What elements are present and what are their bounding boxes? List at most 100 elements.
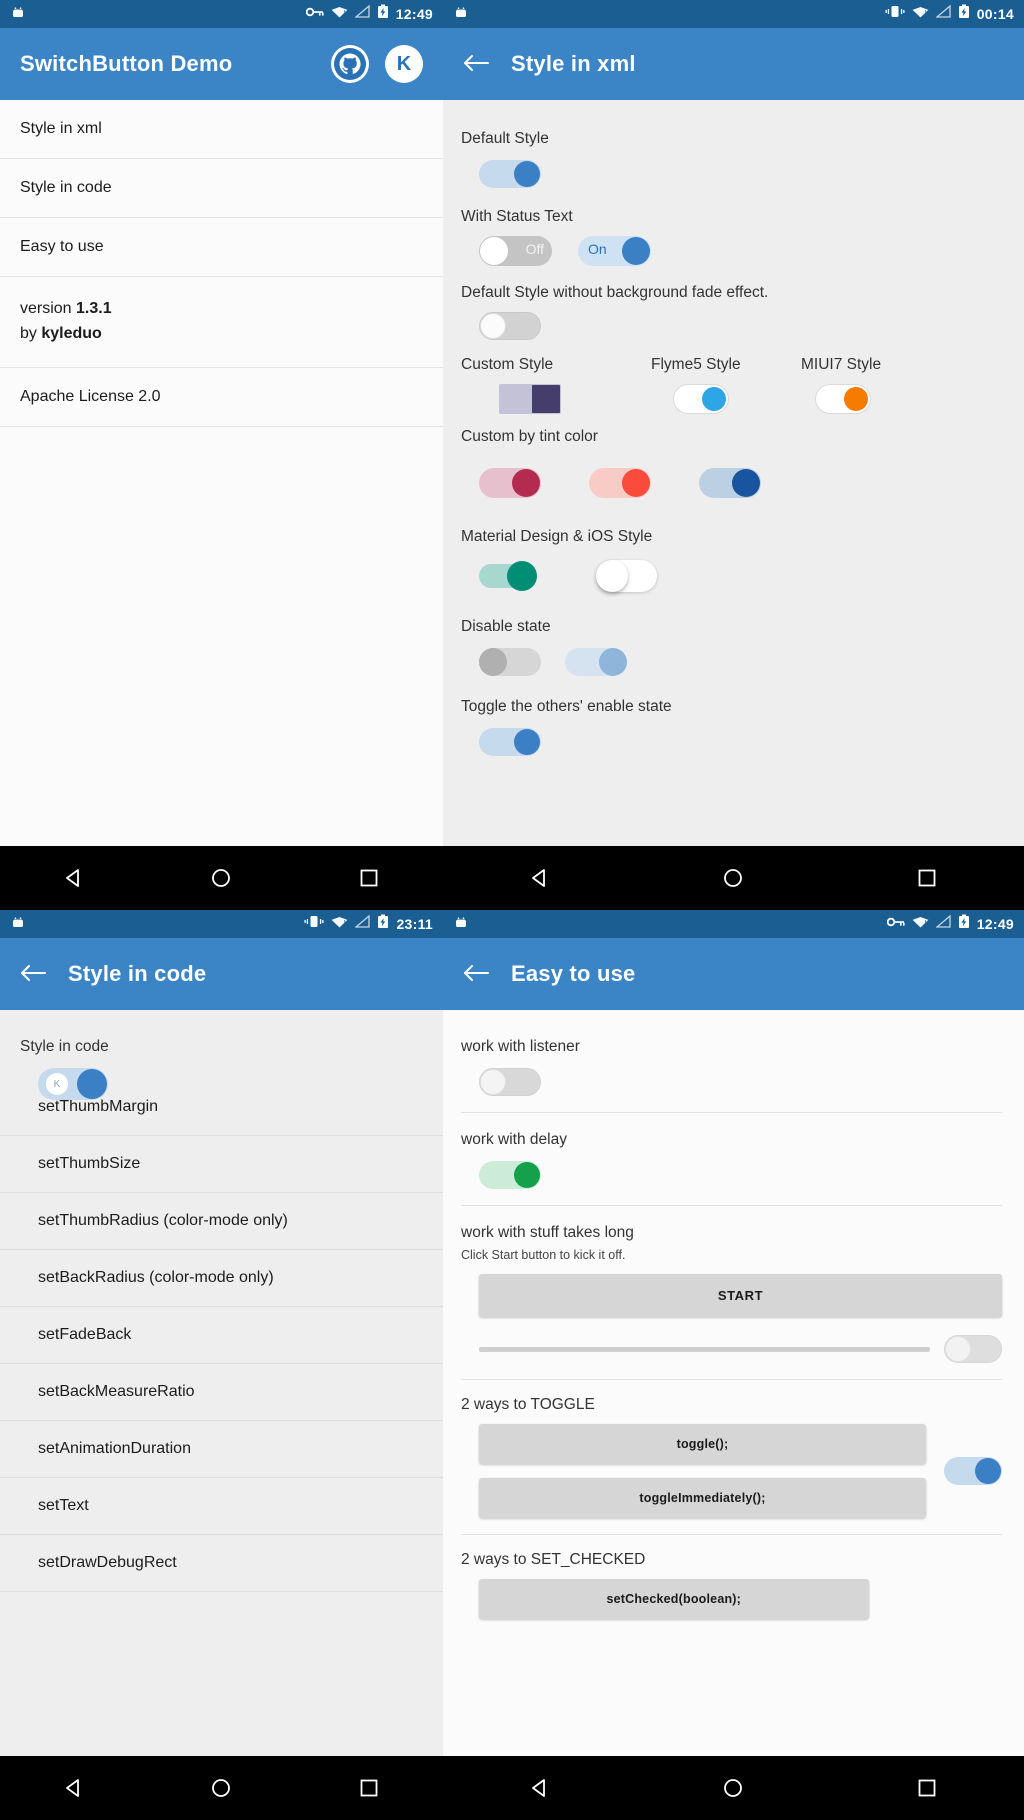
switch-default-style[interactable] (479, 160, 541, 188)
avatar[interactable]: K (385, 45, 423, 83)
switch-no-fade[interactable] (479, 312, 541, 340)
nav-recent-icon[interactable] (914, 1775, 940, 1801)
back-arrow-icon[interactable] (463, 51, 489, 77)
nav-home-icon[interactable] (208, 1775, 234, 1801)
back-arrow-icon[interactable] (20, 961, 46, 987)
svg-text:!: ! (924, 9, 926, 18)
switch-miui7[interactable] (815, 384, 871, 414)
list-item[interactable]: setDrawDebugRect (0, 1535, 443, 1592)
switch-status-on-label: On (588, 241, 607, 257)
sidebar-item-style-xml[interactable]: Style in xml (0, 100, 443, 159)
switch-toggle-others[interactable] (479, 728, 541, 756)
list-item[interactable]: setThumbMargin (0, 1096, 443, 1136)
xml-content: Default Style With Status Text Off On De… (443, 100, 1024, 846)
switch-status-off[interactable]: Off (479, 236, 552, 266)
wifi-alert-icon: ! (331, 915, 348, 933)
switch-ios-style[interactable] (596, 560, 657, 592)
label-miui7-style: MIUI7 Style (801, 356, 882, 373)
label-flyme5-style: Flyme5 Style (651, 356, 741, 373)
nav-home-icon[interactable] (208, 865, 234, 891)
wifi-alert-icon: ! (912, 915, 929, 933)
switch-tint-pink[interactable] (479, 468, 541, 498)
author-name: kyleduo (41, 324, 102, 342)
switch-work-with-delay[interactable] (479, 1161, 541, 1189)
page-title: Easy to use (511, 961, 636, 986)
heading-2-ways-to-toggle: 2 ways to TOGGLE (461, 1396, 595, 1413)
github-icon[interactable] (331, 45, 369, 83)
page-title: Style in xml (511, 51, 636, 76)
status-time: 12:49 (976, 916, 1014, 932)
version-prefix: version (20, 300, 77, 317)
switch-custom-style[interactable] (499, 384, 561, 414)
license-row[interactable]: Apache License 2.0 (0, 368, 443, 427)
switch-progress[interactable] (944, 1335, 1002, 1363)
signal-icon (354, 914, 371, 933)
vibrate-icon (885, 5, 905, 23)
list-item[interactable]: setBackMeasureRatio (0, 1364, 443, 1421)
status-time: 23:11 (396, 916, 433, 932)
list-item[interactable]: setBackRadius (color-mode only) (0, 1250, 443, 1307)
screenshot-grid: ! 12:49 SwitchButton Demo K Style in xml… (0, 0, 1024, 1820)
android-icon (453, 4, 469, 25)
svg-text:!: ! (344, 919, 346, 928)
android-icon (10, 914, 26, 935)
nav-bar-xml (443, 846, 1024, 910)
switch-material-design[interactable] (479, 561, 537, 591)
nav-back-icon[interactable] (527, 865, 553, 891)
screen-easy-to-use: ! 12:49 Easy to use work with listener w… (443, 910, 1024, 1820)
set-checked-button[interactable]: setChecked(boolean); (479, 1579, 869, 1619)
version-number: 1.3.1 (76, 300, 112, 317)
nav-bar-home (0, 846, 443, 910)
author-prefix: by (20, 324, 42, 342)
nav-recent-icon[interactable] (914, 865, 940, 891)
label-work-with-delay: work with delay (461, 1131, 567, 1148)
label-work-with-stuff-takes-long: work with stuff takes long (461, 1224, 634, 1241)
nav-bar-code (0, 1756, 443, 1820)
nav-back-icon[interactable] (527, 1775, 553, 1801)
label-custom-style: Custom Style (461, 356, 554, 373)
key-icon (305, 5, 324, 23)
start-button[interactable]: START (479, 1274, 1002, 1317)
switch-tint-blue[interactable] (699, 468, 761, 498)
page-title: Style in code (68, 961, 207, 986)
nav-home-icon[interactable] (720, 865, 746, 891)
switch-toggle-demo[interactable] (944, 1457, 1002, 1485)
version-info: version 1.3.1 by kyleduo (0, 277, 443, 368)
list-item[interactable]: setText (0, 1478, 443, 1535)
nav-recent-icon[interactable] (356, 1775, 382, 1801)
nav-back-icon[interactable] (61, 1775, 87, 1801)
switch-flyme5[interactable] (673, 384, 729, 414)
sidebar-item-style-code[interactable]: Style in code (0, 159, 443, 218)
label-with-status-text: With Status Text (461, 208, 573, 225)
list-item[interactable]: setThumbRadius (color-mode only) (0, 1193, 443, 1250)
switch-work-with-listener[interactable] (479, 1068, 541, 1096)
label-work-with-listener: work with listener (461, 1038, 580, 1055)
code-method-list: setThumbMargin setThumbSize setThumbRadi… (0, 1096, 443, 1592)
label-disable-state: Disable state (461, 618, 551, 635)
signal-icon (353, 4, 370, 23)
list-item[interactable]: setAnimationDuration (0, 1421, 443, 1478)
toggle-button[interactable]: toggle(); (479, 1424, 926, 1464)
toggle-immediately-button[interactable]: toggleImmediately(); (479, 1478, 926, 1518)
nav-back-icon[interactable] (61, 865, 87, 891)
list-item[interactable]: setThumbSize (0, 1136, 443, 1193)
nav-home-icon[interactable] (720, 1775, 746, 1801)
back-arrow-icon[interactable] (463, 961, 489, 987)
label-material-ios: Material Design & iOS Style (461, 528, 653, 545)
signal-icon (934, 914, 951, 933)
switch-status-on[interactable]: On (578, 236, 651, 266)
svg-text:!: ! (343, 9, 345, 18)
vibrate-icon (304, 915, 324, 933)
switch-tint-red[interactable] (589, 468, 651, 498)
nav-bar-easy (443, 1756, 1024, 1820)
battery-charging-icon (958, 914, 970, 934)
status-time: 12:49 (395, 6, 433, 22)
switch-thumb-letter: K (46, 1073, 68, 1095)
switch-style-in-code[interactable]: K (38, 1068, 108, 1100)
screen-style-xml: ! 00:14 Style in xml Default Style With … (443, 0, 1024, 910)
nav-recent-icon[interactable] (356, 865, 382, 891)
battery-charging-icon (377, 914, 389, 934)
list-item[interactable]: setFadeBack (0, 1307, 443, 1364)
sidebar-item-easy-to-use[interactable]: Easy to use (0, 218, 443, 277)
app-bar-home: SwitchButton Demo K (0, 28, 443, 100)
